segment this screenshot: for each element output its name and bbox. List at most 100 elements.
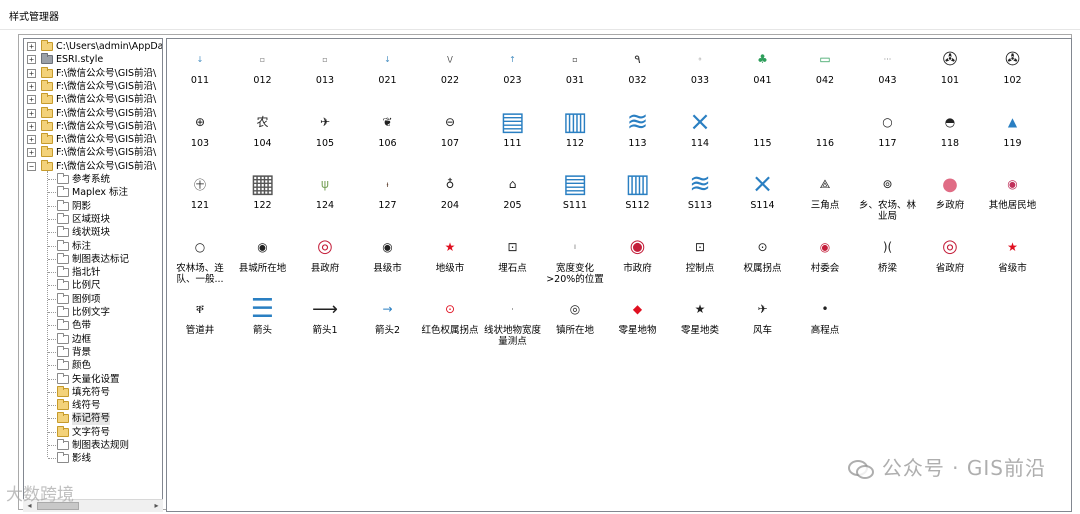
symbol-cell[interactable]: ▫ 031: [543, 40, 607, 98]
symbol-cell[interactable]: ◆ 零星地物: [606, 290, 670, 348]
symbol-cell[interactable]: )(桥梁: [856, 228, 920, 286]
tree-category-node[interactable]: 矢量化设置: [24, 372, 162, 386]
symbol-cell[interactable]: ⊖ 107: [418, 103, 482, 161]
symbol-cell[interactable]: ★ 省级市: [981, 228, 1045, 286]
tree-category-node[interactable]: 文字符号: [24, 425, 162, 439]
symbol-cell[interactable]: ☰ 箭头: [231, 290, 295, 348]
tree-category-node[interactable]: 标记符号: [24, 412, 162, 426]
symbol-cell[interactable]: · 线状地物宽度量测点: [481, 290, 545, 348]
collapse-icon[interactable]: −: [27, 161, 36, 171]
tree-style-node[interactable]: + F:\微信公众号\GIS前沿\: [24, 119, 162, 133]
symbol-cell[interactable]: 农 104: [231, 103, 295, 161]
symbol-cell[interactable]: ◓ 118: [918, 103, 982, 161]
expand-icon[interactable]: +: [27, 81, 36, 91]
symbol-grid-panel[interactable]: ↓ 011 ▫ 012 ▫ 013 ↓ 021 \/ 022 ↑ 023 ▫ 031 ٩ 032 ◦ 033 ♣ 04…: [166, 38, 1072, 512]
tree-category-node[interactable]: 指北针: [24, 266, 162, 279]
expand-icon[interactable]: +: [27, 95, 36, 105]
tree-style-node[interactable]: + C:\Users\admin\AppData\: [24, 40, 162, 53]
symbol-cell[interactable]: ▫ 012: [231, 40, 295, 98]
tree-style-node[interactable]: − F:\微信公众号\GIS前沿\: [24, 159, 162, 173]
tree-style-node[interactable]: + F:\微信公众号\GIS前沿\: [24, 133, 162, 146]
symbol-cell[interactable]: → 箭头2: [356, 290, 420, 348]
symbol-cell[interactable]: ◉ 县级市: [356, 228, 420, 286]
symbol-cell[interactable]: ▲ 119: [981, 103, 1045, 161]
symbol-cell[interactable]: 116: [793, 103, 857, 161]
symbol-cell[interactable]: ≋ 113: [606, 103, 670, 161]
symbol-cell[interactable]: ψ 124: [293, 165, 357, 223]
symbol-cell[interactable]: ❦ 106: [356, 103, 420, 161]
symbol-cell[interactable]: ⌂ 205: [481, 165, 545, 223]
symbol-cell[interactable]: ◦ 033: [668, 40, 732, 98]
symbol-cell[interactable]: ● 乡政府: [918, 165, 982, 223]
symbol-cell[interactable]: ♁ 204: [418, 165, 482, 223]
tree-category-node[interactable]: 比例尺: [24, 279, 162, 292]
tree-style-node[interactable]: + F:\微信公众号\GIS前沿\: [24, 79, 162, 93]
tree-style-node[interactable]: + F:\微信公众号\GIS前沿\: [24, 93, 162, 106]
tree-category-node[interactable]: 色带: [24, 319, 162, 332]
symbol-cell[interactable]: ♣ 041: [731, 40, 795, 98]
symbol-cell[interactable]: ◉ 市政府: [606, 228, 670, 286]
expand-icon[interactable]: +: [27, 68, 36, 78]
tree-category-node[interactable]: 阴影: [24, 199, 162, 213]
symbol-cell[interactable]: ⨯ S114: [731, 165, 795, 223]
symbol-cell[interactable]: ◉ 村委会: [793, 228, 857, 286]
symbol-cell[interactable]: ○ 农林场、连队、一般...: [168, 228, 232, 286]
symbol-cell[interactable]: ◉ 县城所在地: [231, 228, 295, 286]
symbol-cell[interactable]: ↓ 011: [168, 40, 232, 98]
symbol-cell[interactable]: ✇ 101: [918, 40, 982, 98]
symbol-cell[interactable]: ▥ S112: [606, 165, 670, 223]
tree-category-node[interactable]: 填充符号: [24, 385, 162, 399]
symbol-cell[interactable]: • 高程点: [793, 290, 857, 348]
tree-style-node[interactable]: + ESRI.style: [24, 53, 162, 66]
symbol-cell[interactable]: ı 宽度变化>20%的位置: [543, 228, 607, 286]
tree-category-node[interactable]: 边框: [24, 332, 162, 346]
symbol-cell[interactable]: ⊡ 控制点: [668, 228, 732, 286]
symbol-cell[interactable]: ▭ 042: [793, 40, 857, 98]
tree-style-node[interactable]: + F:\微信公众号\GIS前沿\: [24, 66, 162, 80]
symbol-cell[interactable]: ▦ 122: [231, 165, 295, 223]
symbol-cell[interactable]: ··· 043: [856, 40, 920, 98]
expand-icon[interactable]: +: [27, 55, 36, 65]
symbol-cell[interactable]: ⟶ 箭头1: [293, 290, 357, 348]
symbol-cell[interactable]: ✈ 105: [293, 103, 357, 161]
symbol-cell[interactable]: ✇ 102: [981, 40, 1045, 98]
tree-category-node[interactable]: 制图表达标记: [24, 252, 162, 266]
tree-category-node[interactable]: 线符号: [24, 399, 162, 412]
symbol-cell[interactable]: ★ 零星地类: [668, 290, 732, 348]
symbol-cell[interactable]: ⊙ 权属拐点: [731, 228, 795, 286]
symbol-cell[interactable]: ⟁ 三角点: [793, 165, 857, 223]
symbol-cell[interactable]: ⊚ 乡、农场、林业局: [856, 165, 920, 223]
symbol-cell[interactable]: ٩ 032: [606, 40, 670, 98]
symbol-cell[interactable]: ◉ 其他居民地: [981, 165, 1045, 223]
symbol-cell[interactable]: ቐ 管道井: [168, 290, 232, 348]
symbol-cell[interactable]: ⊙ 红色权属拐点: [418, 290, 482, 348]
symbol-cell[interactable]: ◎ 县政府: [293, 228, 357, 286]
tree-style-node[interactable]: + F:\微信公众号\GIS前沿\: [24, 146, 162, 159]
symbol-cell[interactable]: ▥ 112: [543, 103, 607, 161]
tree-category-node[interactable]: 区域斑块: [24, 212, 162, 226]
tree-category-node[interactable]: 制图表达规则: [24, 439, 162, 452]
symbol-cell[interactable]: ▤ S111: [543, 165, 607, 223]
tree-category-node[interactable]: 参考系统: [24, 173, 162, 186]
symbol-cell[interactable]: ▤ 111: [481, 103, 545, 161]
symbol-cell[interactable]: \/ 022: [418, 40, 482, 98]
tree-category-node[interactable]: Maplex 标注: [24, 186, 162, 199]
tree-category-node[interactable]: 影线: [24, 452, 162, 465]
symbol-cell[interactable]: ㊉ 121: [168, 165, 232, 223]
symbol-cell[interactable]: ⊡ 埋石点: [481, 228, 545, 286]
scroll-right-icon[interactable]: ▸: [150, 500, 163, 512]
symbol-cell[interactable]: ★ 地级市: [418, 228, 482, 286]
symbol-cell[interactable]: ✈ 风车: [731, 290, 795, 348]
symbol-cell[interactable]: ▫ 013: [293, 40, 357, 98]
tree-category-node[interactable]: 图例项: [24, 292, 162, 306]
expand-icon[interactable]: +: [27, 135, 36, 145]
tree-category-node[interactable]: 比例文字: [24, 306, 162, 319]
symbol-cell[interactable]: ᵼ 127: [356, 165, 420, 223]
symbol-cell[interactable]: ↓ 021: [356, 40, 420, 98]
expand-icon[interactable]: +: [27, 148, 36, 158]
style-tree-panel[interactable]: + C:\Users\admin\AppData\ + ESRI.style + F:\微…: [23, 38, 163, 512]
tree-category-node[interactable]: 颜色: [24, 359, 162, 372]
symbol-cell[interactable]: ⨯ 114: [668, 103, 732, 161]
symbol-cell[interactable]: 115: [731, 103, 795, 161]
symbol-cell[interactable]: ◎ 镇所在地: [543, 290, 607, 348]
